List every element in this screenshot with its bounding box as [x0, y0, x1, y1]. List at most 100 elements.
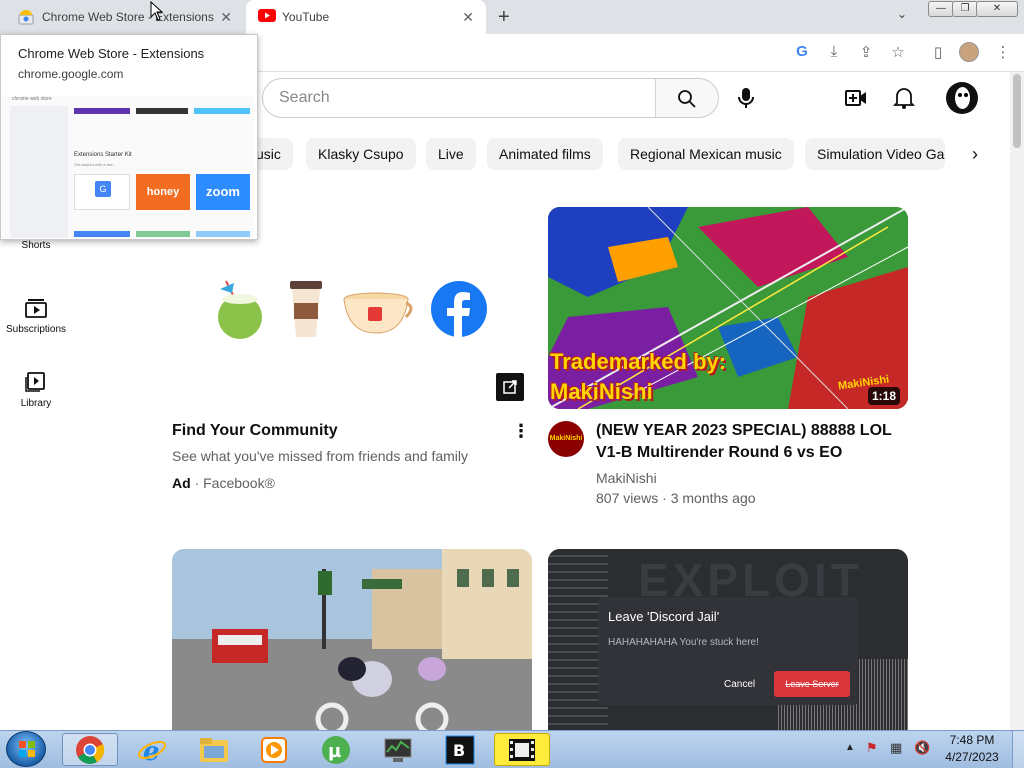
preview-honey-tile: honey: [136, 174, 190, 210]
tab-search-icon[interactable]: ⌄: [897, 7, 907, 21]
filter-chip[interactable]: Regional Mexican music: [618, 138, 794, 170]
video-thumbnail[interactable]: [172, 549, 532, 730]
leave-server-button[interactable]: Leave Server: [774, 671, 850, 697]
minimize-button[interactable]: —: [928, 1, 954, 17]
tab-title: Chrome Web Store - Extensions: [42, 10, 214, 24]
tab-youtube[interactable]: YouTube ✕: [246, 0, 486, 34]
ad-badge: Ad: [172, 475, 191, 491]
volume-muted-icon[interactable]: 🔇: [914, 740, 930, 756]
taskbar-chrome[interactable]: [62, 733, 118, 766]
video-duration: 1:18: [868, 387, 901, 405]
preview-zoom-tile: zoom: [196, 174, 250, 210]
chrome-web-store-icon: [18, 9, 34, 25]
account-avatar[interactable]: [946, 82, 978, 114]
install-app-icon[interactable]: ⤓: [824, 43, 844, 60]
create-video-icon[interactable]: [844, 88, 868, 108]
taskbar-media-player[interactable]: [246, 733, 302, 766]
action-center-icon[interactable]: ⚑: [866, 740, 878, 756]
tab-title: YouTube: [282, 10, 330, 24]
open-external-icon[interactable]: [496, 373, 524, 401]
cancel-button[interactable]: Cancel: [724, 679, 755, 690]
show-desktop-button[interactable]: [1012, 731, 1024, 768]
more-options-icon[interactable]: ⋮: [512, 421, 530, 442]
scrollbar[interactable]: [1010, 72, 1024, 730]
filter-chip[interactable]: Klasky Csupo: [306, 138, 416, 170]
channel-name[interactable]: MakiNishi: [596, 470, 657, 486]
library-icon: [25, 372, 45, 392]
thumbnail-image: [172, 549, 532, 730]
preview-section-title: Extensions Starter Kit: [74, 152, 132, 158]
teacup-icon: [343, 292, 413, 334]
bookmark-star-icon[interactable]: ☆: [888, 43, 908, 61]
taskbar-utorrent[interactable]: µ: [308, 733, 364, 766]
hover-card-preview: chrome web store Extensions Starter Kit …: [2, 96, 254, 238]
microphone-icon[interactable]: [736, 86, 756, 110]
ad-meta: Ad · Facebook®: [172, 475, 275, 491]
notifications-bell-icon[interactable]: [893, 86, 915, 110]
video-title-line2[interactable]: V1-B Multirender Round 6 vs EO: [596, 442, 842, 464]
sidebar-item-label: Subscriptions: [5, 324, 67, 335]
profile-avatar[interactable]: [959, 42, 979, 62]
hover-card-url: chrome.google.com: [18, 67, 124, 81]
taskbar-explorer[interactable]: [186, 733, 242, 766]
dialog-title: Leave 'Discord Jail': [608, 609, 720, 624]
taskbar-video-editor[interactable]: [494, 733, 550, 766]
coconut-drink-icon: [218, 280, 262, 339]
preview-section-subtitle: Get started with a few...: [74, 162, 116, 167]
taskbar-monitor-app[interactable]: [370, 733, 426, 766]
video-thumbnail[interactable]: Trademarked by: MakiNishi MakiNishi 1:18: [548, 207, 908, 409]
system-monitor-icon: [384, 738, 412, 762]
chrome-icon: [76, 735, 105, 764]
media-player-icon: [261, 736, 287, 763]
google-icon[interactable]: G: [792, 43, 812, 60]
sidebar-item-subscriptions[interactable]: Subscriptions: [0, 298, 72, 335]
windows-logo-icon: [19, 741, 35, 757]
sidebar-item-label: Shorts: [21, 240, 51, 251]
close-window-button[interactable]: ✕: [976, 1, 1018, 17]
system-clock[interactable]: 7:48 PM 4/27/2023: [936, 733, 1008, 764]
channel-avatar[interactable]: MakiNishi: [548, 421, 584, 457]
video-stats: 807 views · 3 months ago: [596, 490, 756, 506]
film-strip-icon: [509, 738, 535, 761]
chevron-right-icon[interactable]: ›: [972, 144, 978, 165]
hover-card-title: Chrome Web Store - Extensions: [18, 46, 205, 61]
filter-chip[interactable]: Simulation Video Ga: [805, 138, 945, 170]
preview-header: chrome web store: [12, 96, 52, 102]
filter-chip[interactable]: Live: [426, 138, 476, 170]
dialog-body: HAHAHAHAHA You're stuck here!: [608, 637, 759, 648]
share-icon[interactable]: ⇪: [856, 43, 876, 61]
sidebar-item-shorts[interactable]: Shorts: [0, 240, 72, 251]
thumbnail-caption: MakiNishi: [550, 379, 653, 404]
close-tab-icon[interactable]: ✕: [220, 9, 232, 26]
video-thumbnail[interactable]: EXPLOIT Leave 'Discord Jail' HAHAHAHAHA …: [548, 549, 908, 730]
ad-title[interactable]: Find Your Community: [172, 420, 338, 442]
taskbar-internet-explorer[interactable]: e: [124, 733, 180, 766]
thumbnail-caption: Trademarked by:: [550, 349, 727, 374]
utorrent-icon: µ: [322, 735, 350, 764]
video-title[interactable]: (NEW YEAR 2023 SPECIAL) 88888 LOL: [596, 420, 892, 442]
search-input[interactable]: Search: [262, 78, 656, 118]
filter-chip[interactable]: Animated films: [487, 138, 603, 170]
close-tab-icon[interactable]: ✕: [462, 9, 474, 26]
subscriptions-icon: [25, 299, 47, 318]
restore-button[interactable]: ❐: [952, 1, 978, 17]
new-tab-button[interactable]: +: [498, 6, 510, 29]
start-button[interactable]: [6, 731, 46, 767]
coffee-cup-icon: [290, 281, 322, 337]
search-button[interactable]: [655, 78, 719, 118]
taskbar-update-check[interactable]: B: [432, 733, 488, 766]
update-check-icon: B: [445, 735, 475, 764]
network-icon[interactable]: ▦: [890, 740, 902, 756]
side-panel-icon[interactable]: ▯: [928, 43, 948, 61]
sidebar-item-library[interactable]: Library: [0, 372, 72, 409]
svg-text:µ: µ: [328, 741, 341, 762]
scrollbar-thumb[interactable]: [1013, 74, 1021, 148]
chrome-menu-icon[interactable]: ⋮: [993, 43, 1013, 61]
show-hidden-icons-icon[interactable]: ▲: [845, 742, 855, 753]
sidebar-item-label: Library: [20, 398, 52, 409]
google-translate-icon: G: [74, 174, 130, 210]
tab-chrome-web-store[interactable]: Chrome Web Store - Extensions ✕: [0, 0, 244, 34]
facebook-logo-icon: [431, 281, 487, 338]
ad-description: See what you've missed from friends and …: [172, 448, 469, 464]
leave-server-dialog: Leave 'Discord Jail' HAHAHAHAHA You're s…: [598, 597, 858, 705]
